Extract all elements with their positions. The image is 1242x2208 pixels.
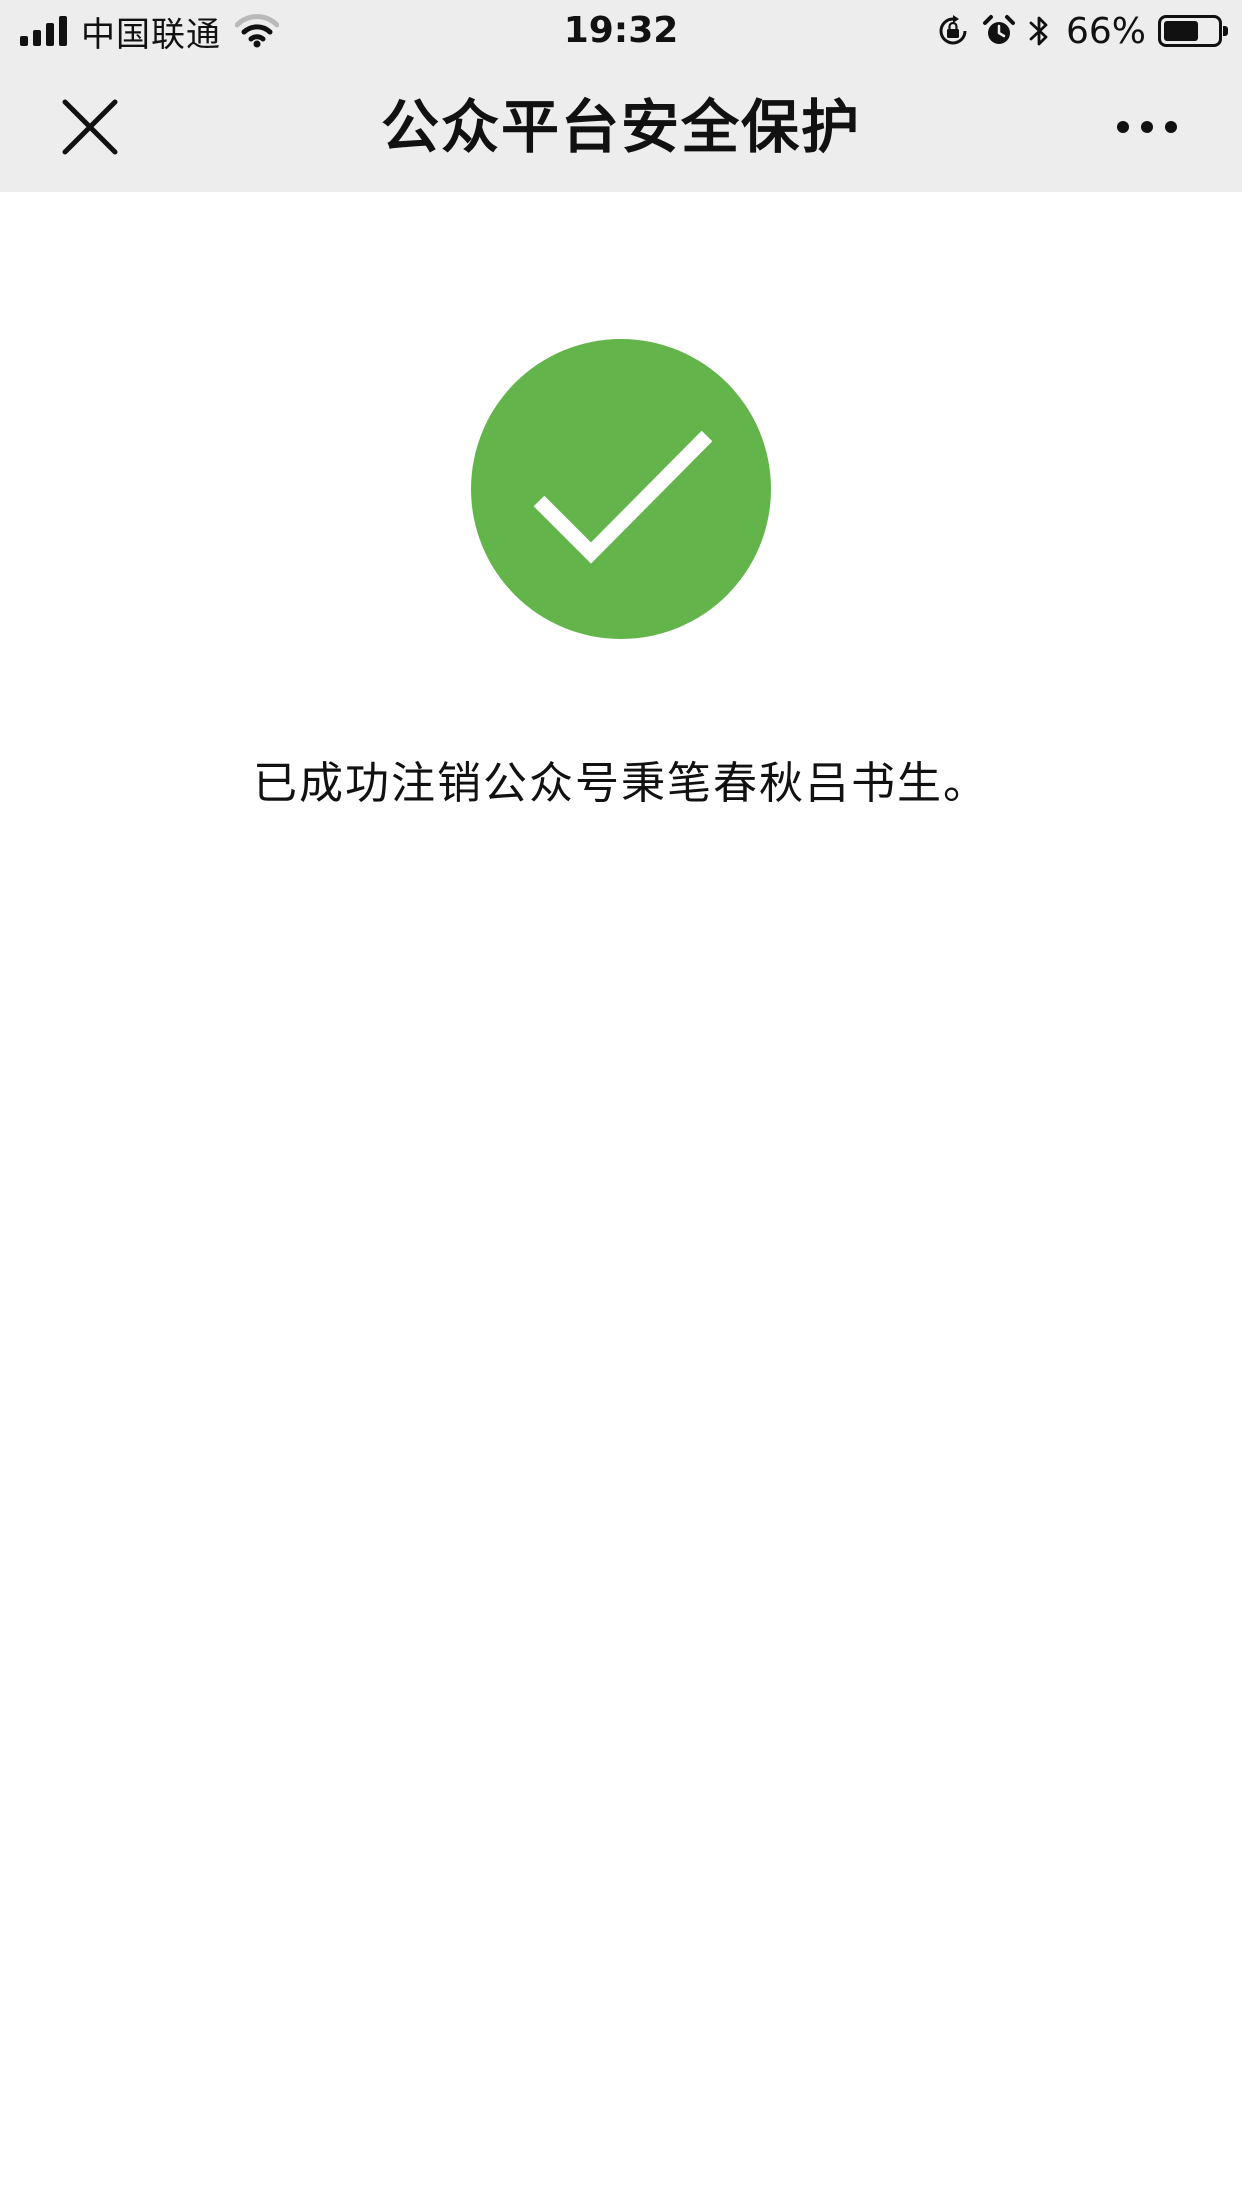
more-icon-dot bbox=[1165, 121, 1177, 133]
more-icon-dot bbox=[1141, 121, 1153, 133]
status-bar: 中国联通 19:32 66% bbox=[0, 0, 1242, 62]
alarm-icon bbox=[982, 15, 1015, 44]
navigation-bar: 公众平台安全保护 bbox=[0, 62, 1242, 192]
status-bar-right: 66% bbox=[936, 8, 1228, 54]
rotation-lock-icon bbox=[939, 15, 967, 45]
success-check-icon bbox=[471, 339, 771, 639]
battery-level bbox=[1164, 21, 1199, 41]
more-icon-dot bbox=[1117, 121, 1129, 133]
more-button[interactable] bbox=[1102, 92, 1192, 162]
bluetooth-icon bbox=[1029, 16, 1048, 46]
battery-percentage: 66% bbox=[1065, 10, 1146, 52]
battery-icon bbox=[1158, 15, 1228, 47]
page-title: 公众平台安全保护 bbox=[380, 93, 861, 161]
success-message: 已成功注销公众号秉笔春秋吕书生。 bbox=[253, 758, 989, 809]
page-content: 已成功注销公众号秉笔春秋吕书生。 bbox=[0, 192, 1242, 2208]
